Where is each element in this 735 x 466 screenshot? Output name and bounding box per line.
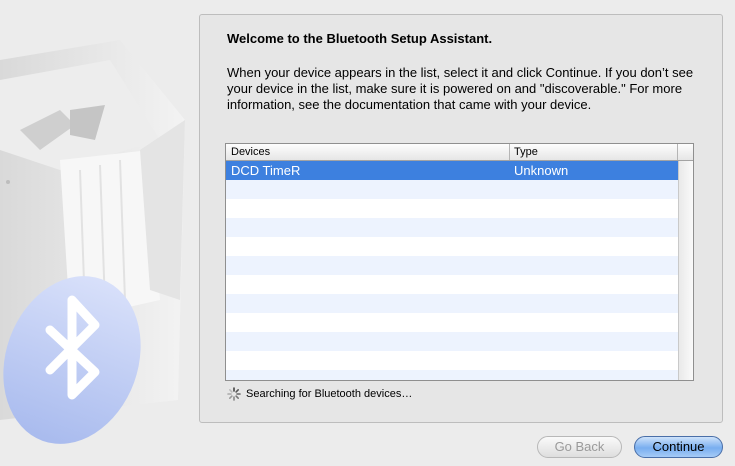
device-name: DCD TimeR (231, 163, 301, 178)
spinner-icon (227, 387, 241, 401)
continue-button[interactable]: Continue (634, 436, 723, 458)
setup-assistant-panel: Welcome to the Bluetooth Setup Assistant… (199, 14, 723, 423)
page-title: Welcome to the Bluetooth Setup Assistant… (227, 31, 493, 46)
table-header: Devices Type (226, 144, 693, 161)
column-divider (677, 144, 678, 160)
column-header-devices[interactable]: Devices (231, 146, 270, 158)
bluetooth-tuxedo-illustration (0, 40, 185, 444)
empty-row (226, 237, 678, 256)
device-type: Unknown (514, 163, 569, 178)
table-row[interactable]: DCD TimeR Unknown (226, 161, 678, 180)
empty-row (226, 351, 678, 370)
column-header-type[interactable]: Type (514, 146, 538, 158)
empty-row (226, 275, 678, 294)
intro-text: When your device appears in the list, se… (227, 65, 694, 112)
empty-row (226, 332, 678, 351)
empty-row (226, 218, 678, 237)
searching-label: Searching for Bluetooth devices… (246, 388, 413, 400)
empty-row (226, 313, 678, 332)
empty-row (226, 370, 678, 380)
empty-row (226, 256, 678, 275)
empty-row (226, 294, 678, 313)
empty-row (226, 180, 678, 199)
devices-table[interactable]: Devices Type DCD TimeR Unknown (225, 143, 694, 381)
column-divider (509, 144, 510, 160)
empty-row (226, 199, 678, 218)
device-list: DCD TimeR Unknown (226, 161, 678, 380)
vertical-scrollbar[interactable] (678, 161, 693, 380)
go-back-button[interactable]: Go Back (537, 436, 622, 458)
